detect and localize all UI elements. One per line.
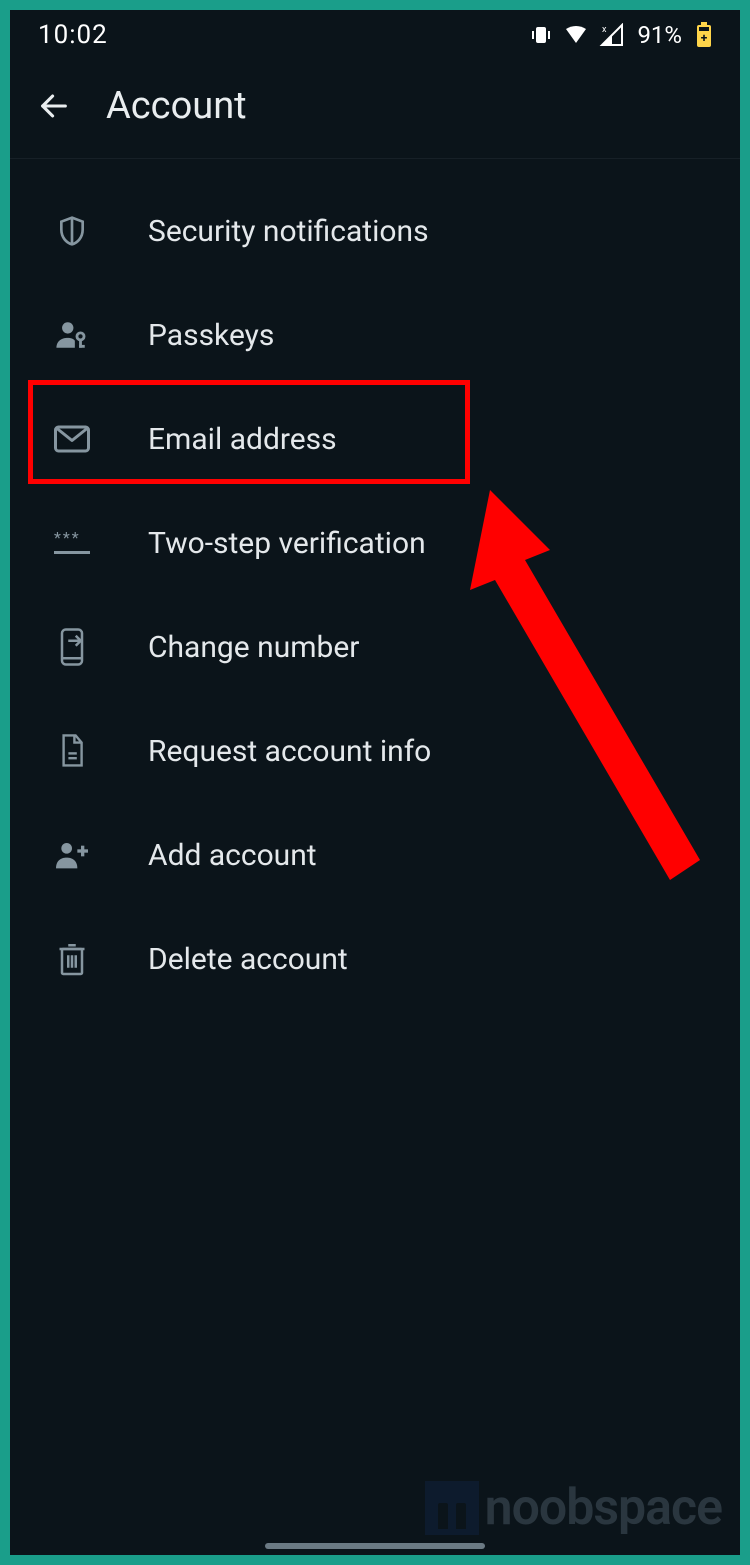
menu-item-email-address[interactable]: Email address: [10, 387, 740, 491]
status-time: 10:02: [38, 20, 108, 50]
vibrate-icon: [529, 23, 553, 47]
menu-label: Two-step verification: [148, 526, 426, 561]
home-indicator[interactable]: [265, 1543, 485, 1549]
phone-screen: 10:02 x 91% + Account: [10, 10, 740, 1555]
status-icons: x 91% +: [529, 21, 712, 49]
menu-label: Delete account: [148, 942, 348, 977]
page-title: Account: [106, 84, 247, 128]
change-number-icon: [52, 627, 92, 667]
menu-label: Passkeys: [148, 318, 274, 353]
status-bar: 10:02 x 91% +: [10, 10, 740, 60]
app-header: Account: [10, 60, 740, 159]
document-icon: [52, 731, 92, 771]
watermark-text: noobspace: [485, 1479, 722, 1537]
back-button[interactable]: [32, 84, 76, 128]
wifi-icon: [563, 23, 589, 47]
svg-text:x: x: [602, 25, 607, 35]
menu-item-add-account[interactable]: Add account: [10, 803, 740, 907]
menu-item-delete-account[interactable]: Delete account: [10, 907, 740, 1011]
menu-label: Add account: [148, 838, 317, 873]
trash-icon: [52, 939, 92, 979]
person-add-icon: [52, 835, 92, 875]
menu-item-request-account-info[interactable]: Request account info: [10, 699, 740, 803]
signal-icon: x: [599, 23, 625, 47]
watermark-logo-icon: [425, 1481, 479, 1535]
watermark: noobspace: [425, 1479, 722, 1537]
arrow-left-icon: [37, 89, 71, 123]
settings-list: Security notifications Passkeys Email ad…: [10, 159, 740, 1011]
shield-icon: [52, 211, 92, 251]
menu-item-security-notifications[interactable]: Security notifications: [10, 179, 740, 283]
menu-label: Email address: [148, 422, 337, 457]
passkeys-icon: [52, 315, 92, 355]
menu-item-two-step-verification[interactable]: *** Two-step verification: [10, 491, 740, 595]
password-icon: ***: [52, 523, 92, 563]
menu-label: Change number: [148, 630, 359, 665]
menu-item-passkeys[interactable]: Passkeys: [10, 283, 740, 387]
battery-icon: +: [696, 22, 712, 48]
menu-label: Request account info: [148, 734, 431, 769]
menu-label: Security notifications: [148, 214, 429, 249]
battery-percentage: 91%: [637, 21, 682, 49]
svg-text:+: +: [701, 31, 708, 45]
email-icon: [52, 419, 92, 459]
svg-text:***: ***: [54, 529, 81, 547]
menu-item-change-number[interactable]: Change number: [10, 595, 740, 699]
